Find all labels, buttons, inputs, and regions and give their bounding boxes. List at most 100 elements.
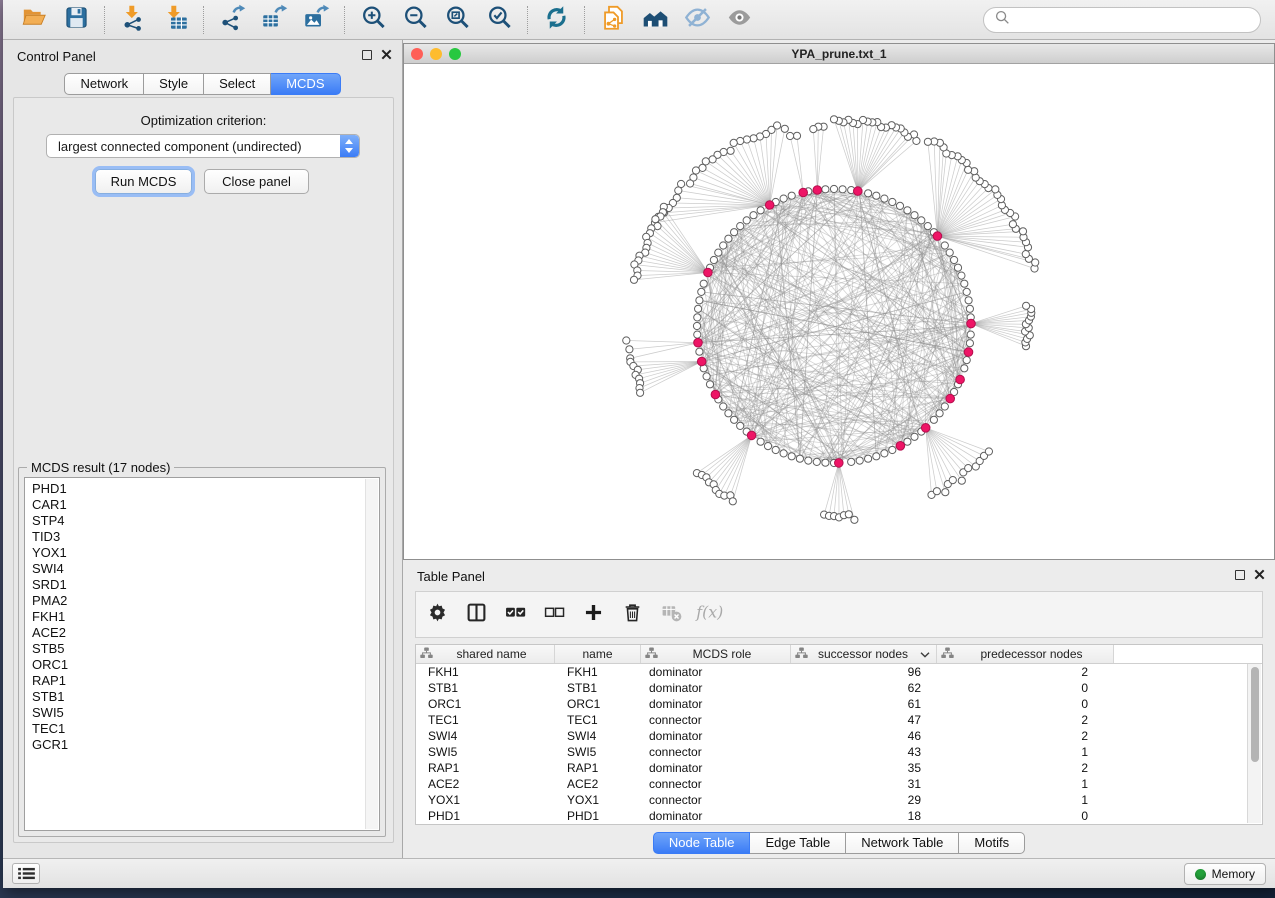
- cell-name[interactable]: TEC1: [555, 713, 641, 727]
- graph-node[interactable]: [942, 489, 949, 496]
- graph-node[interactable]: [772, 446, 779, 453]
- graph-node[interactable]: [967, 331, 974, 338]
- column-header-predecessor-nodes[interactable]: predecessor nodes: [937, 645, 1114, 663]
- run-mcds-button[interactable]: Run MCDS: [95, 169, 192, 194]
- table-row[interactable]: ACE2ACE2connector311: [416, 776, 1262, 792]
- graph-node[interactable]: [720, 403, 727, 410]
- open-file-button[interactable]: [13, 4, 55, 36]
- zoom-out-button[interactable]: [394, 4, 436, 36]
- graph-node[interactable]: [963, 357, 970, 364]
- cell-MCDS-role[interactable]: dominator: [641, 681, 791, 695]
- cell-successor-nodes[interactable]: 29: [791, 793, 937, 807]
- graph-node[interactable]: [737, 422, 744, 429]
- mcds-result-item[interactable]: RAP1: [32, 673, 379, 689]
- graph-node[interactable]: [896, 202, 903, 209]
- cell-shared-name[interactable]: SWI5: [416, 745, 555, 759]
- graph-hub-node[interactable]: [933, 232, 942, 241]
- graph-node[interactable]: [696, 348, 703, 355]
- select-all-checkboxes-button[interactable]: [505, 604, 526, 625]
- cell-successor-nodes[interactable]: 62: [791, 681, 937, 695]
- export-image-button[interactable]: [295, 4, 337, 36]
- optimization-criterion-dropdown[interactable]: largest connected component (undirected): [46, 134, 360, 158]
- graph-node[interactable]: [961, 280, 968, 287]
- graph-node[interactable]: [1019, 228, 1026, 235]
- table-scrollbar-thumb[interactable]: [1251, 667, 1259, 762]
- graph-node[interactable]: [729, 498, 736, 505]
- graph-node[interactable]: [930, 416, 937, 423]
- cell-successor-nodes[interactable]: 61: [791, 697, 937, 711]
- graph-node[interactable]: [709, 156, 716, 163]
- cell-name[interactable]: SWI4: [555, 729, 641, 743]
- cell-predecessor-nodes[interactable]: 2: [937, 729, 1114, 743]
- graph-node[interactable]: [695, 305, 702, 312]
- cell-successor-nodes[interactable]: 96: [791, 665, 937, 679]
- graph-node[interactable]: [966, 340, 973, 347]
- close-table-panel-icon[interactable]: [1254, 569, 1265, 580]
- function-builder-button[interactable]: f(x): [700, 604, 721, 625]
- graph-node[interactable]: [924, 223, 931, 230]
- graph-node[interactable]: [965, 465, 972, 472]
- graph-node[interactable]: [698, 288, 705, 295]
- mcds-result-item[interactable]: SWI4: [32, 561, 379, 577]
- graph-node[interactable]: [848, 458, 855, 465]
- table-row[interactable]: SWI5SWI5connector431: [416, 744, 1262, 760]
- show-all-button[interactable]: [718, 4, 760, 36]
- graph-node[interactable]: [1009, 221, 1016, 228]
- cell-shared-name[interactable]: ORC1: [416, 697, 555, 711]
- table-row[interactable]: STB1STB1dominator620: [416, 680, 1262, 696]
- table-row[interactable]: FKH1FKH1dominator962: [416, 664, 1262, 680]
- graph-node[interactable]: [787, 132, 794, 139]
- cell-successor-nodes[interactable]: 31: [791, 777, 937, 791]
- cell-MCDS-role[interactable]: connector: [641, 745, 791, 759]
- graph-node[interactable]: [750, 212, 757, 219]
- cell-MCDS-role[interactable]: connector: [641, 713, 791, 727]
- mcds-result-item[interactable]: STP4: [32, 513, 379, 529]
- duplicate-network-button[interactable]: [592, 4, 634, 36]
- graph-node[interactable]: [725, 235, 732, 242]
- graph-node[interactable]: [918, 217, 925, 224]
- cell-MCDS-role[interactable]: dominator: [641, 809, 791, 823]
- mcds-result-item[interactable]: TEC1: [32, 721, 379, 737]
- cell-MCDS-role[interactable]: dominator: [641, 761, 791, 775]
- float-panel-icon[interactable]: [362, 50, 372, 60]
- mcds-result-item[interactable]: FKH1: [32, 609, 379, 625]
- graph-node[interactable]: [873, 453, 880, 460]
- graph-hub-node[interactable]: [946, 394, 955, 403]
- graph-node[interactable]: [954, 264, 961, 271]
- graph-node[interactable]: [623, 337, 630, 344]
- graph-node[interactable]: [626, 346, 633, 353]
- graph-node[interactable]: [965, 166, 972, 173]
- graph-node[interactable]: [694, 314, 701, 321]
- cell-MCDS-role[interactable]: dominator: [641, 729, 791, 743]
- cell-successor-nodes[interactable]: 43: [791, 745, 937, 759]
- graph-hub-node[interactable]: [896, 442, 905, 451]
- cell-predecessor-nodes[interactable]: 1: [937, 745, 1114, 759]
- graph-node[interactable]: [725, 410, 732, 417]
- column-header-name[interactable]: name: [555, 645, 641, 663]
- cell-shared-name[interactable]: PHD1: [416, 809, 555, 823]
- mcds-result-item[interactable]: STB1: [32, 689, 379, 705]
- column-header-MCDS-role[interactable]: MCDS role: [641, 645, 791, 663]
- graph-node[interactable]: [810, 126, 817, 133]
- graph-node[interactable]: [889, 198, 896, 205]
- cell-name[interactable]: ORC1: [555, 697, 641, 711]
- memory-button[interactable]: Memory: [1184, 863, 1266, 885]
- tab-network[interactable]: Network: [64, 73, 144, 95]
- graph-node[interactable]: [865, 190, 872, 197]
- graph-node[interactable]: [1023, 302, 1030, 309]
- cell-shared-name[interactable]: RAP1: [416, 761, 555, 775]
- graph-hub-node[interactable]: [704, 268, 713, 277]
- graph-node[interactable]: [703, 373, 710, 380]
- graph-node[interactable]: [693, 322, 700, 329]
- graph-node[interactable]: [822, 459, 829, 466]
- cell-predecessor-nodes[interactable]: 0: [937, 681, 1114, 695]
- graph-node[interactable]: [839, 186, 846, 193]
- cell-name[interactable]: FKH1: [555, 665, 641, 679]
- cell-shared-name[interactable]: ACE2: [416, 777, 555, 791]
- graph-node[interactable]: [743, 217, 750, 224]
- refresh-view-button[interactable]: [535, 4, 577, 36]
- graph-node[interactable]: [788, 453, 795, 460]
- delete-table-button[interactable]: [661, 604, 682, 625]
- graph-hub-node[interactable]: [694, 338, 703, 347]
- mcds-result-item[interactable]: STB5: [32, 641, 379, 657]
